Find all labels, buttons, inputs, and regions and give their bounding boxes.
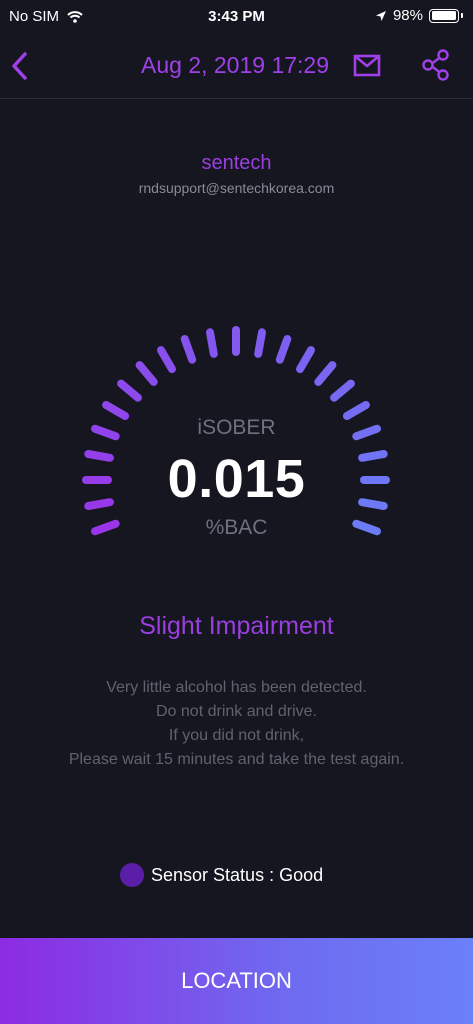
- location-arrow-icon: [375, 10, 386, 21]
- bac-unit: %BAC: [205, 516, 268, 539]
- gauge-tick: [342, 401, 370, 420]
- back-button[interactable]: [8, 48, 32, 84]
- bac-value: 0.015: [167, 449, 306, 509]
- app-screen: No SIM 3:43 PM 98% Aug 2, 2019 17:29 sen…: [0, 0, 473, 1024]
- nav-title: Aug 2, 2019 17:29: [141, 52, 329, 78]
- gauge-tick: [135, 361, 158, 386]
- result-line: If you did not drink,: [168, 727, 305, 744]
- gauge-tick: [180, 335, 197, 364]
- sensor-status-label: Sensor Status : Good: [151, 864, 324, 885]
- device-label: iSOBER: [197, 416, 276, 439]
- location-button[interactable]: LOCATION: [0, 938, 473, 1024]
- nav-bar: Aug 2, 2019 17:29: [0, 34, 473, 99]
- user-email: rndsupport@sentechkorea.com: [138, 180, 335, 196]
- result-line: Do not drink and drive.: [156, 703, 317, 720]
- gauge-tick: [314, 361, 337, 386]
- result-message: Very little alcohol has been detected. D…: [0, 676, 473, 772]
- battery-icon: [429, 8, 459, 23]
- status-bar: No SIM 3:43 PM 98%: [0, 0, 473, 34]
- result-line: Please wait 15 minutes and take the test…: [68, 751, 405, 768]
- gauge-tick: [157, 346, 176, 374]
- battery-level: [431, 11, 456, 20]
- gauge-tick: [296, 346, 315, 374]
- gauge-tick: [275, 335, 292, 364]
- gauge-tick: [330, 379, 355, 402]
- gauge-tick: [254, 328, 266, 358]
- gauge-tick: [102, 401, 130, 420]
- sensor-status-dot: [120, 863, 144, 887]
- status-right: 98%: [375, 7, 463, 24]
- mail-button[interactable]: [353, 53, 381, 79]
- sensor-status: Sensor Status : Good: [120, 862, 323, 888]
- chevron-left-icon: [12, 52, 27, 80]
- battery-percent: 98%: [392, 7, 423, 24]
- share-icon: [422, 49, 449, 81]
- gauge-tick: [117, 379, 142, 402]
- gauge-tick: [206, 328, 218, 358]
- mail-icon: [353, 54, 381, 77]
- user-name: sentech: [201, 152, 272, 174]
- result-line: Very little alcohol has been detected.: [106, 679, 367, 696]
- share-button[interactable]: [421, 48, 451, 82]
- result-title: Slight Impairment: [139, 612, 334, 640]
- battery-tip: [461, 13, 463, 18]
